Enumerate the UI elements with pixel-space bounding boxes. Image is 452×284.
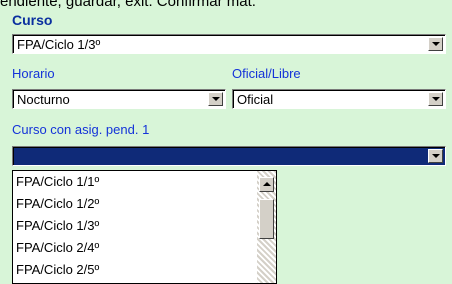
scrollbar-thumb[interactable] bbox=[259, 199, 274, 239]
scroll-up-button[interactable] bbox=[259, 177, 274, 192]
chevron-down-icon bbox=[212, 97, 220, 101]
oficial-libre-select[interactable]: Oficial bbox=[232, 89, 446, 109]
list-item[interactable]: FPA/Ciclo 1/3º bbox=[16, 218, 99, 233]
list-item[interactable]: FPA/Ciclo 2/4º bbox=[16, 240, 99, 255]
curso-asig-pend-dropdown-button[interactable] bbox=[428, 149, 443, 163]
curso-value: FPA/Ciclo 1/3º bbox=[17, 37, 101, 52]
chevron-down-icon bbox=[432, 97, 440, 101]
curso-asig-pend-label: Curso con asig. pend. 1 bbox=[12, 122, 150, 137]
list-item[interactable]: FPA/Ciclo 1/1º bbox=[16, 174, 99, 189]
list-scrollbar[interactable] bbox=[257, 171, 276, 283]
curso-asig-pend-select[interactable] bbox=[12, 146, 446, 166]
horario-value: Nocturno bbox=[17, 92, 70, 107]
instruction-text-label: endiente, guardar, exit. Confirmar mat. bbox=[0, 0, 256, 10]
horario-dropdown-button[interactable] bbox=[208, 92, 223, 106]
curso-dropdown-button[interactable] bbox=[428, 37, 443, 51]
chevron-down-icon bbox=[432, 42, 440, 46]
instruction-text: endiente, guardar, exit. Confirmar mat. bbox=[0, 0, 452, 14]
chevron-down-icon bbox=[432, 154, 440, 158]
oficial-libre-label: Oficial/Libre bbox=[232, 66, 301, 81]
curso-label: Curso bbox=[12, 12, 53, 28]
scroll-up-icon bbox=[263, 182, 271, 186]
oficial-libre-dropdown-button[interactable] bbox=[428, 92, 443, 106]
list-item[interactable]: FPA/Ciclo 2/5º bbox=[16, 262, 99, 277]
horario-select[interactable]: Nocturno bbox=[12, 89, 226, 109]
curso-asig-pend-dropdown-list[interactable]: FPA/Ciclo 1/1º FPA/Ciclo 1/2º FPA/Ciclo … bbox=[12, 170, 277, 284]
curso-select[interactable]: FPA/Ciclo 1/3º bbox=[12, 34, 446, 54]
oficial-libre-value: Oficial bbox=[237, 92, 274, 107]
list-item[interactable]: FPA/Ciclo 1/2º bbox=[16, 196, 99, 211]
horario-label: Horario bbox=[12, 66, 55, 81]
